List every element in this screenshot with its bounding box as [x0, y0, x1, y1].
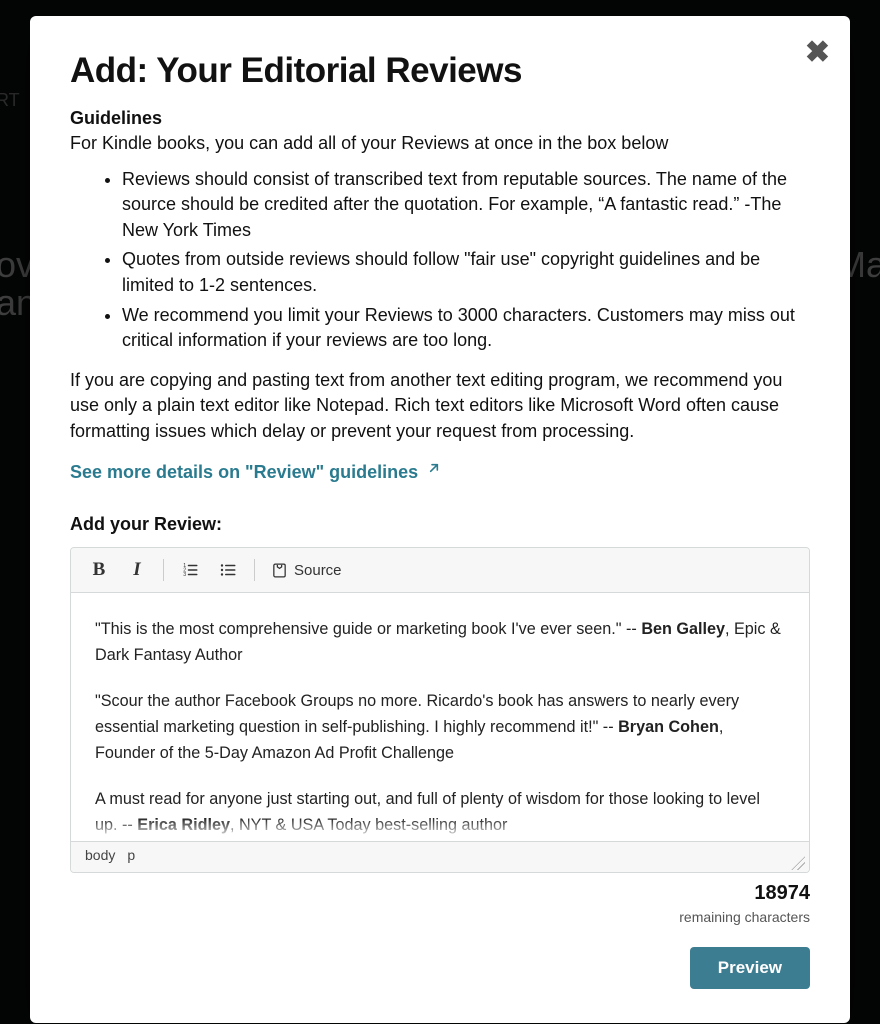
editor-textarea[interactable]: "This is the most comprehensive guide or… [71, 593, 809, 841]
editor-toolbar: B I 123 Source [71, 548, 809, 593]
review-paragraph: A must read for anyone just starting out… [95, 787, 785, 839]
guidelines-intro: For Kindle books, you can add all of you… [70, 131, 810, 157]
plain-text-note: If you are copying and pasting text from… [70, 368, 810, 445]
editor-element-path: body p [71, 841, 809, 872]
add-review-label: Add your Review: [70, 512, 810, 538]
remaining-count: 18974 [70, 879, 810, 907]
remaining-label: remaining characters [70, 908, 810, 928]
guideline-item: Reviews should consist of transcribed te… [122, 167, 810, 244]
source-button[interactable]: Source [267, 560, 346, 581]
italic-button[interactable]: I [123, 556, 151, 584]
external-link-icon [426, 460, 442, 484]
resize-handle[interactable] [791, 856, 805, 870]
svg-text:3: 3 [183, 572, 186, 578]
modal-title: Add: Your Editorial Reviews [70, 46, 810, 96]
close-icon[interactable]: ✖ [805, 32, 830, 75]
unordered-list-button[interactable] [214, 556, 242, 584]
editorial-reviews-modal: ✖ Add: Your Editorial Reviews Guidelines… [30, 16, 850, 1023]
guidelines-heading: Guidelines [70, 106, 810, 132]
toolbar-separator [163, 559, 164, 581]
ordered-list-button[interactable]: 123 [176, 556, 204, 584]
toolbar-separator [254, 559, 255, 581]
link-text: See more details on "Review" guidelines [70, 460, 418, 486]
guideline-item: Quotes from outside reviews should follo… [122, 247, 810, 298]
path-segment-p[interactable]: p [127, 846, 135, 866]
rich-text-editor: B I 123 Source "This is the most compreh… [70, 547, 810, 873]
preview-button[interactable]: Preview [690, 947, 810, 989]
review-paragraph: "This is the most comprehensive guide or… [95, 617, 785, 669]
review-paragraph: "Scour the author Facebook Groups no mor… [95, 689, 785, 767]
see-more-guidelines-link[interactable]: See more details on "Review" guidelines [70, 460, 442, 486]
modal-overlay: ✖ Add: Your Editorial Reviews Guidelines… [0, 0, 880, 1024]
character-counter: 18974 remaining characters [70, 879, 810, 927]
guideline-item: We recommend you limit your Reviews to 3… [122, 303, 810, 354]
bold-button[interactable]: B [85, 556, 113, 584]
guidelines-list: Reviews should consist of transcribed te… [122, 167, 810, 354]
modal-actions: Preview [70, 947, 810, 989]
source-button-label: Source [294, 560, 342, 581]
path-segment-body[interactable]: body [85, 846, 115, 866]
